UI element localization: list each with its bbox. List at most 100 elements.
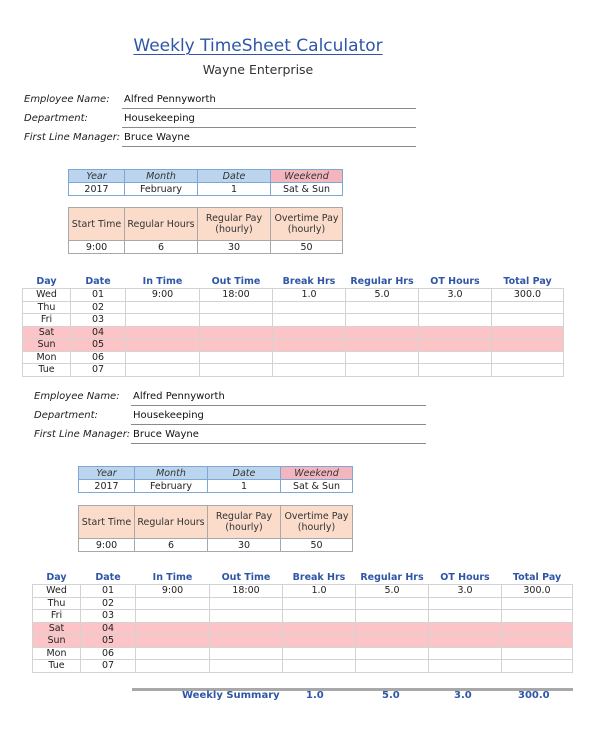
in-time-cell[interactable]: 9:00 — [125, 288, 200, 302]
in-time-cell[interactable] — [135, 659, 210, 673]
total-pay-cell[interactable] — [501, 621, 573, 635]
ot-hours-cell[interactable]: 3.0 — [418, 288, 492, 302]
out-time-cell[interactable] — [209, 659, 283, 673]
ot-hours-cell[interactable] — [428, 659, 502, 673]
in-time-cell[interactable] — [135, 621, 210, 635]
total-pay-cell[interactable] — [491, 325, 564, 339]
total-pay-cell[interactable] — [491, 338, 564, 352]
ot-hours-cell[interactable] — [418, 325, 492, 339]
break-hrs-cell[interactable]: 1.0 — [272, 288, 346, 302]
break-hrs-cell[interactable] — [282, 646, 356, 660]
total-pay-cell[interactable]: 300.0 — [501, 584, 573, 598]
break-hrs-cell[interactable] — [272, 363, 346, 377]
total-pay-cell[interactable] — [491, 313, 564, 327]
ot-hours-cell[interactable] — [428, 609, 502, 623]
ot-hours-cell[interactable] — [418, 350, 492, 364]
regular-pay-cell[interactable]: 30 — [207, 538, 281, 552]
in-time-cell[interactable] — [125, 313, 200, 327]
date-cell[interactable]: 1 — [207, 479, 281, 493]
department-field[interactable]: Housekeeping — [133, 410, 204, 421]
out-time-cell[interactable] — [199, 300, 273, 314]
overtime-pay-cell[interactable]: 50 — [270, 240, 343, 254]
in-time-cell[interactable] — [135, 609, 210, 623]
regular-hrs-cell[interactable] — [345, 350, 419, 364]
out-time-cell[interactable]: 18:00 — [199, 288, 273, 302]
overtime-pay-cell[interactable]: 50 — [280, 538, 353, 552]
out-time-cell[interactable] — [199, 363, 273, 377]
out-time-cell[interactable] — [199, 313, 273, 327]
employee-name-field[interactable]: Alfred Pennyworth — [133, 391, 225, 402]
manager-field[interactable]: Bruce Wayne — [124, 132, 190, 143]
out-time-cell[interactable]: 18:00 — [209, 584, 283, 598]
in-time-cell[interactable] — [135, 646, 210, 660]
regular-pay-cell[interactable]: 30 — [197, 240, 271, 254]
regular-hrs-cell[interactable] — [355, 646, 429, 660]
break-hrs-cell[interactable] — [282, 659, 356, 673]
start-time-cell[interactable]: 9:00 — [68, 240, 125, 254]
manager-field[interactable]: Bruce Wayne — [133, 429, 199, 440]
ot-hours-cell[interactable] — [428, 596, 502, 610]
break-hrs-cell[interactable] — [272, 325, 346, 339]
year-cell[interactable]: 2017 — [78, 479, 135, 493]
out-time-cell[interactable] — [199, 338, 273, 352]
total-pay-cell[interactable] — [491, 350, 564, 364]
break-hrs-cell[interactable] — [272, 300, 346, 314]
total-pay-cell[interactable] — [491, 300, 564, 314]
ot-hours-cell[interactable] — [418, 338, 492, 352]
total-pay-cell[interactable] — [501, 596, 573, 610]
total-pay-cell[interactable] — [501, 634, 573, 648]
total-pay-cell[interactable] — [491, 363, 564, 377]
break-hrs-cell[interactable] — [272, 338, 346, 352]
break-hrs-cell[interactable] — [282, 609, 356, 623]
out-time-cell[interactable] — [209, 634, 283, 648]
regular-hours-cell[interactable]: 6 — [134, 538, 208, 552]
regular-hrs-cell[interactable] — [355, 659, 429, 673]
regular-hours-cell[interactable]: 6 — [124, 240, 198, 254]
regular-hrs-cell[interactable] — [345, 300, 419, 314]
break-hrs-cell[interactable]: 1.0 — [282, 584, 356, 598]
date-cell[interactable]: 1 — [197, 182, 271, 196]
ot-hours-cell[interactable] — [428, 621, 502, 635]
year-cell[interactable]: 2017 — [68, 182, 125, 196]
total-pay-cell[interactable]: 300.0 — [491, 288, 564, 302]
ot-hours-cell[interactable] — [428, 634, 502, 648]
out-time-cell[interactable] — [209, 621, 283, 635]
in-time-cell[interactable] — [125, 363, 200, 377]
in-time-cell[interactable] — [125, 350, 200, 364]
weekend-cell[interactable]: Sat & Sun — [280, 479, 353, 493]
ot-hours-cell[interactable] — [418, 313, 492, 327]
total-pay-cell[interactable] — [501, 646, 573, 660]
regular-hrs-cell[interactable] — [355, 596, 429, 610]
out-time-cell[interactable] — [209, 596, 283, 610]
break-hrs-cell[interactable] — [282, 596, 356, 610]
start-time-cell[interactable]: 9:00 — [78, 538, 135, 552]
regular-hrs-cell[interactable] — [345, 338, 419, 352]
total-pay-cell[interactable] — [501, 609, 573, 623]
regular-hrs-cell[interactable] — [355, 634, 429, 648]
break-hrs-cell[interactable] — [282, 621, 356, 635]
regular-hrs-cell[interactable] — [345, 325, 419, 339]
regular-hrs-cell[interactable]: 5.0 — [355, 584, 429, 598]
ot-hours-cell[interactable] — [428, 646, 502, 660]
regular-hrs-cell[interactable] — [355, 621, 429, 635]
in-time-cell[interactable] — [125, 338, 200, 352]
out-time-cell[interactable] — [199, 325, 273, 339]
in-time-cell[interactable] — [135, 596, 210, 610]
ot-hours-cell[interactable] — [418, 363, 492, 377]
in-time-cell[interactable]: 9:00 — [135, 584, 210, 598]
ot-hours-cell[interactable] — [418, 300, 492, 314]
month-cell[interactable]: February — [134, 479, 208, 493]
month-cell[interactable]: February — [124, 182, 198, 196]
department-field[interactable]: Housekeeping — [124, 113, 195, 124]
out-time-cell[interactable] — [199, 350, 273, 364]
break-hrs-cell[interactable] — [272, 313, 346, 327]
in-time-cell[interactable] — [125, 300, 200, 314]
regular-hrs-cell[interactable]: 5.0 — [345, 288, 419, 302]
out-time-cell[interactable] — [209, 609, 283, 623]
employee-name-field[interactable]: Alfred Pennyworth — [124, 94, 216, 105]
in-time-cell[interactable] — [135, 634, 210, 648]
regular-hrs-cell[interactable] — [345, 313, 419, 327]
total-pay-cell[interactable] — [501, 659, 573, 673]
break-hrs-cell[interactable] — [272, 350, 346, 364]
regular-hrs-cell[interactable] — [345, 363, 419, 377]
